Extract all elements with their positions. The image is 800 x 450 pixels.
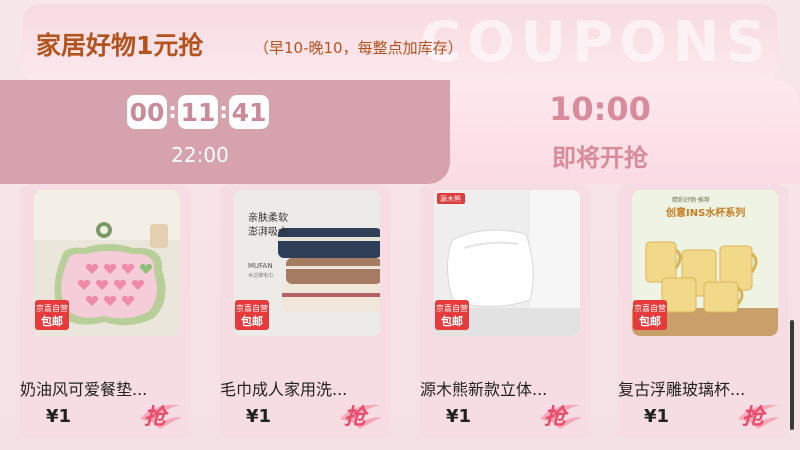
product-card[interactable]: 京喜自营 包邮 奶油风可爱餐垫... ¥1 抢: [20, 184, 190, 438]
banner: COUPONS 家居好物1元抢 （早10-晚10，每整点加库存）: [22, 4, 778, 84]
svg-text:木泛棉毛巾: 木泛棉毛巾: [248, 272, 273, 279]
flash-sale-page: COUPONS 家居好物1元抢 （早10-晚10，每整点加库存） 00 : 11…: [0, 0, 800, 450]
svg-text:MUFAN: MUFAN: [248, 262, 273, 270]
jingxi-free-shipping-badge: 京喜自营 包邮: [633, 300, 667, 330]
product-price: ¥1: [644, 406, 670, 427]
grab-label: 抢: [144, 405, 167, 430]
svg-text:澎湃吸水: 澎湃吸水: [248, 226, 288, 238]
product-image-glass-cup[interactable]: 精彩好物·推荐 创意INS水杯系列 京喜自营 包邮: [632, 190, 778, 336]
product-name[interactable]: 奶油风可爱餐垫...: [20, 376, 186, 400]
next-session-time: 10:00: [549, 90, 651, 128]
product-name[interactable]: 复古浮雕玻璃杯...: [618, 376, 784, 400]
product-card[interactable]: 亲肤柔软 澎湃吸水 MUFAN 木泛棉毛巾 京喜自营 包邮 毛巾成人家用洗...…: [220, 184, 390, 438]
banner-watermark: COUPONS: [419, 10, 772, 75]
grab-button[interactable]: 抢: [136, 399, 184, 430]
countdown-hours: 00: [127, 95, 167, 129]
svg-text:源木熊: 源木熊: [440, 194, 461, 203]
jingxi-free-shipping-badge: 京喜自营 包邮: [35, 300, 69, 330]
banner-title: 家居好物1元抢: [36, 31, 204, 60]
grab-button[interactable]: 抢: [734, 399, 782, 430]
product-card[interactable]: 精彩好物·推荐 创意INS水杯系列 京喜自营 包邮 复古浮雕玻璃杯... ¥1 …: [618, 184, 788, 438]
product-name[interactable]: 源木熊新款立体...: [420, 376, 586, 400]
grab-label: 抢: [544, 405, 567, 430]
grab-label: 抢: [344, 405, 367, 430]
jingxi-free-shipping-badge: 京喜自营 包邮: [435, 300, 469, 330]
product-image-placemat[interactable]: 京喜自营 包邮: [34, 190, 180, 336]
product-price: ¥1: [246, 406, 272, 427]
svg-text:亲肤柔软: 亲肤柔软: [248, 211, 288, 224]
active-session-time: 22:00: [171, 143, 229, 167]
countdown-timer: 00 : 11 : 41: [127, 95, 269, 129]
product-price: ¥1: [46, 406, 72, 427]
grab-button[interactable]: 抢: [336, 399, 384, 430]
product-price: ¥1: [446, 406, 472, 427]
countdown-separator: :: [168, 99, 177, 124]
product-name[interactable]: 毛巾成人家用洗...: [220, 376, 386, 400]
next-session-label: 即将开抢: [552, 144, 648, 172]
countdown-separator: :: [219, 99, 228, 124]
banner-subtitle: （早10-晚10，每整点加库存）: [254, 39, 463, 57]
jingxi-free-shipping-badge: 京喜自营 包邮: [235, 300, 269, 330]
scrollbar[interactable]: [790, 320, 794, 430]
countdown-minutes: 11: [178, 95, 218, 129]
product-image-towel[interactable]: 亲肤柔软 澎湃吸水 MUFAN 木泛棉毛巾 京喜自营 包邮: [234, 190, 380, 336]
svg-text:创意INS水杯系列: 创意INS水杯系列: [665, 206, 745, 219]
grab-label: 抢: [742, 405, 765, 430]
grab-button[interactable]: 抢: [536, 399, 584, 430]
product-card[interactable]: 源木熊 京喜自营 包邮 源木熊新款立体... ¥1 抢: [420, 184, 590, 438]
svg-text:精彩好物·推荐: 精彩好物·推荐: [672, 196, 710, 204]
product-image-pillow[interactable]: 源木熊 京喜自营 包邮: [434, 190, 580, 336]
countdown-seconds: 41: [229, 95, 269, 129]
